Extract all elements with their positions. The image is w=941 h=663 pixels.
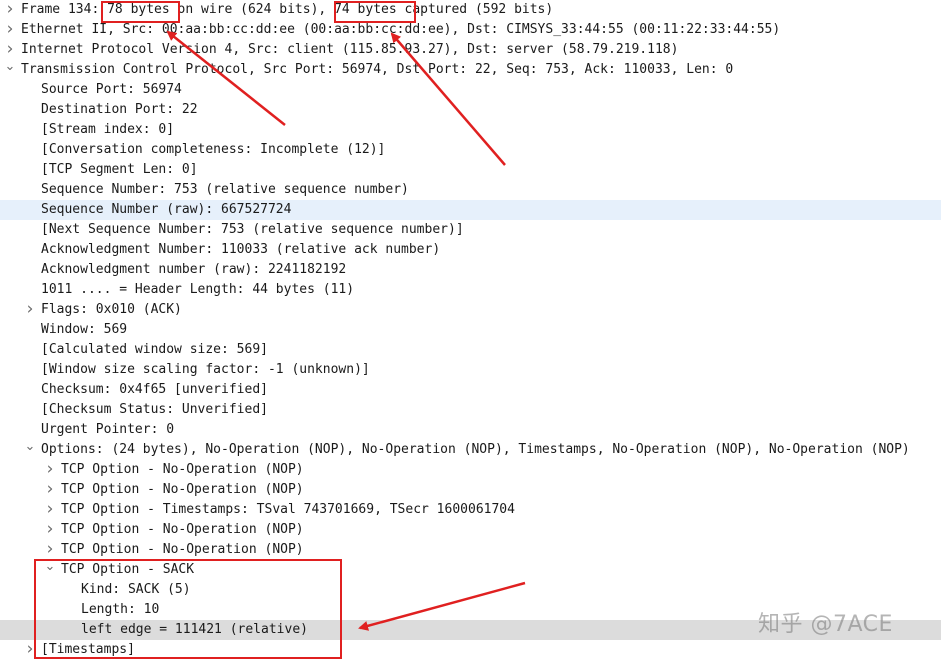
tree-row-label: [TCP Segment Len: 0] <box>41 162 198 177</box>
tree-row-label: TCP Option - SACK <box>61 562 195 577</box>
tree-row[interactable]: ⌄ Transmission Control Protocol, Src Port… <box>0 60 941 80</box>
chevron-right-icon[interactable]: › <box>44 460 56 480</box>
tree-row-label: TCP Option - Timestamps: TSval 743701669… <box>61 502 515 517</box>
tree-row[interactable]: ⌄ Options: (24 bytes), No-Operation (NOP)… <box>0 440 941 460</box>
tree-row-label: Frame 134: 78 bytes on wire (624 bits), … <box>21 2 554 17</box>
tree-row-label: Internet Protocol Version 4, Src: client… <box>21 42 679 57</box>
tree-row[interactable]: › TCP Option - No-Operation (NOP) <box>0 480 941 500</box>
tree-row[interactable]: Kind: SACK (5) <box>0 580 941 600</box>
tree-row[interactable]: Source Port: 56974 <box>0 80 941 100</box>
chevron-right-icon[interactable]: › <box>44 520 56 540</box>
tree-row-label: [Stream index: 0] <box>41 122 175 137</box>
tree-row-label: Sequence Number (raw): 667527724 <box>41 202 292 217</box>
tree-row[interactable]: › TCP Option - No-Operation (NOP) <box>0 520 941 540</box>
tree-row-label: Kind: SACK (5) <box>81 582 191 597</box>
chevron-down-icon[interactable]: ⌄ <box>24 440 36 460</box>
tree-row-label: [Conversation completeness: Incomplete (… <box>41 142 386 157</box>
tree-row-label: Source Port: 56974 <box>41 82 182 97</box>
tree-row[interactable]: › Frame 134: 78 bytes on wire (624 bits),… <box>0 0 941 20</box>
tree-row[interactable]: Checksum: 0x4f65 [unverified] <box>0 380 941 400</box>
tree-row[interactable]: Destination Port: 22 <box>0 100 941 120</box>
tree-row-label: Transmission Control Protocol, Src Port:… <box>21 62 734 77</box>
tree-row-label: Destination Port: 22 <box>41 102 198 117</box>
tree-row-label: Window: 569 <box>41 322 128 337</box>
tree-row[interactable]: [TCP Segment Len: 0] <box>0 160 941 180</box>
tree-row-label: TCP Option - No-Operation (NOP) <box>61 542 304 557</box>
chevron-right-icon[interactable]: › <box>24 300 36 320</box>
tree-row[interactable]: [Checksum Status: Unverified] <box>0 400 941 420</box>
chevron-right-icon[interactable]: › <box>4 0 16 20</box>
tree-row-label: TCP Option - No-Operation (NOP) <box>61 462 304 477</box>
tree-row[interactable]: › Flags: 0x010 (ACK) <box>0 300 941 320</box>
tree-row[interactable]: Sequence Number (raw): 667527724 <box>0 200 941 220</box>
tree-row[interactable]: [Stream index: 0] <box>0 120 941 140</box>
chevron-right-icon[interactable]: › <box>4 40 16 60</box>
tree-row[interactable]: › Ethernet II, Src: 00:aa:bb:cc:dd:ee (00… <box>0 20 941 40</box>
tree-row-label: left edge = 111421 (relative) <box>81 622 308 637</box>
tree-row-label: Checksum: 0x4f65 [unverified] <box>41 382 268 397</box>
chevron-right-icon[interactable]: › <box>44 540 56 560</box>
tree-row[interactable]: [Window size scaling factor: -1 (unknown… <box>0 360 941 380</box>
tree-row[interactable]: Acknowledgment number (raw): 2241182192 <box>0 260 941 280</box>
tree-row-label: TCP Option - No-Operation (NOP) <box>61 482 304 497</box>
tree-row[interactable]: › Internet Protocol Version 4, Src: clien… <box>0 40 941 60</box>
tree-row-label: Ethernet II, Src: 00:aa:bb:cc:dd:ee (00:… <box>21 22 781 37</box>
tree-row[interactable]: › TCP Option - No-Operation (NOP) <box>0 460 941 480</box>
chevron-down-icon[interactable]: ⌄ <box>4 60 16 80</box>
tree-row-label: Sequence Number: 753 (relative sequence … <box>41 182 409 197</box>
tree-row-label: TCP Option - No-Operation (NOP) <box>61 522 304 537</box>
tree-row-label: [Checksum Status: Unverified] <box>41 402 268 417</box>
tree-row[interactable]: Acknowledgment Number: 110033 (relative … <box>0 240 941 260</box>
tree-row[interactable]: [Conversation completeness: Incomplete (… <box>0 140 941 160</box>
tree-row[interactable]: 1011 .... = Header Length: 44 bytes (11) <box>0 280 941 300</box>
tree-row[interactable]: [Calculated window size: 569] <box>0 340 941 360</box>
tree-row[interactable]: Sequence Number: 753 (relative sequence … <box>0 180 941 200</box>
tree-row-label: [Timestamps] <box>41 642 135 657</box>
tree-row[interactable]: › [Timestamps] <box>0 640 941 660</box>
tree-row-label: [Calculated window size: 569] <box>41 342 268 357</box>
tree-row[interactable]: Urgent Pointer: 0 <box>0 420 941 440</box>
packet-details-tree: › Frame 134: 78 bytes on wire (624 bits),… <box>0 0 941 660</box>
tree-row[interactable]: › TCP Option - Timestamps: TSval 74370166… <box>0 500 941 520</box>
chevron-right-icon[interactable]: › <box>44 480 56 500</box>
tree-row-label: Length: 10 <box>81 602 160 617</box>
watermark: 知乎 @7ACE <box>758 612 893 637</box>
tree-row[interactable]: ⌄ TCP Option - SACK <box>0 560 941 580</box>
tree-row-label: Options: (24 bytes), No-Operation (NOP),… <box>41 442 910 457</box>
chevron-right-icon[interactable]: › <box>44 500 56 520</box>
tree-row-label: 1011 .... = Header Length: 44 bytes (11) <box>41 282 355 297</box>
tree-row[interactable]: Window: 569 <box>0 320 941 340</box>
tree-row-label: Acknowledgment Number: 110033 (relative … <box>41 242 441 257</box>
tree-row[interactable]: [Next Sequence Number: 753 (relative seq… <box>0 220 941 240</box>
tree-row-label: Flags: 0x010 (ACK) <box>41 302 182 317</box>
chevron-down-icon[interactable]: ⌄ <box>44 560 56 580</box>
chevron-right-icon[interactable]: › <box>4 20 16 40</box>
tree-row-label: [Window size scaling factor: -1 (unknown… <box>41 362 370 377</box>
tree-row-label: [Next Sequence Number: 753 (relative seq… <box>41 222 464 237</box>
tree-row[interactable]: › TCP Option - No-Operation (NOP) <box>0 540 941 560</box>
tree-row-label: Acknowledgment number (raw): 2241182192 <box>41 262 347 277</box>
tree-row-label: Urgent Pointer: 0 <box>41 422 175 437</box>
chevron-right-icon[interactable]: › <box>24 640 36 660</box>
